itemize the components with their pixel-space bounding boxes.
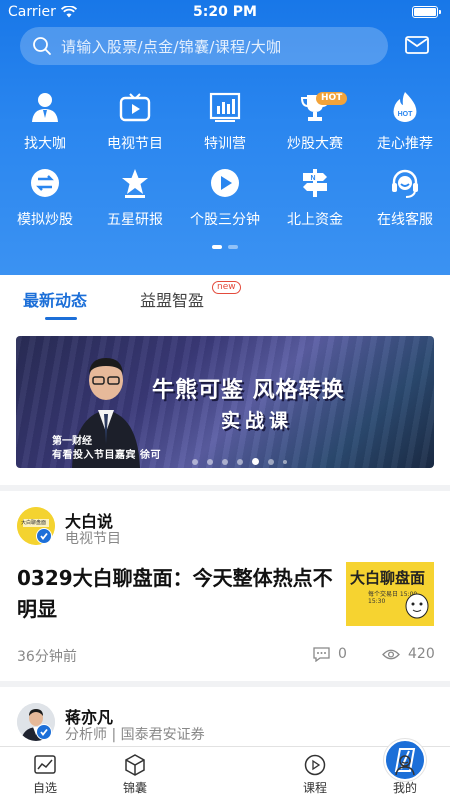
- banner-pager: [192, 458, 287, 465]
- banner-dot[interactable]: [237, 458, 243, 465]
- svg-text:N: N: [310, 175, 315, 182]
- banner-caption-guest: 有看投入节目嘉宾 徐可: [52, 450, 161, 461]
- grid-item-recommend[interactable]: HOT 走心推荐: [360, 90, 450, 166]
- grid-item-contest[interactable]: HOT 炒股大赛: [270, 90, 360, 166]
- exchange-icon: [28, 166, 62, 200]
- nav-tips[interactable]: 锦囊: [90, 747, 180, 800]
- grid-item-northbound[interactable]: N 北上资金: [270, 166, 360, 242]
- headset-icon: [388, 166, 422, 200]
- feed-card[interactable]: 大白聊盘面 大白说 电视节目 0329大白聊盘面：今天整体热点不明显 大白聊盘面…: [0, 491, 450, 681]
- tv-icon: [118, 90, 152, 124]
- nav-courses[interactable]: 课程: [270, 747, 360, 800]
- grid-item-three-minutes[interactable]: 个股三分钟: [180, 166, 270, 242]
- banner-dot[interactable]: [207, 458, 213, 465]
- banner-section: 牛熊可鉴 风格转换 实战课 第一财经 有看投入节目嘉宾 徐可: [0, 321, 450, 485]
- pager-dot[interactable]: [228, 245, 238, 249]
- nav-profile[interactable]: 我的: [360, 747, 450, 800]
- tab-indicator: [45, 317, 77, 320]
- grid-item-sim-trading[interactable]: 模拟炒股: [0, 166, 90, 242]
- banner-dot[interactable]: [222, 458, 228, 465]
- user-icon: [393, 753, 417, 777]
- comment-icon: [313, 646, 330, 662]
- post-thumbnail[interactable]: 大白聊盘面 每个交易日 15:00-15:30: [346, 562, 434, 626]
- grid-item-tv[interactable]: 电视节目: [90, 90, 180, 166]
- banner-dot-active[interactable]: [252, 458, 259, 465]
- feed-card[interactable]: 蒋亦凡 分析师 | 国泰君安证券: [0, 687, 450, 747]
- hot-badge: HOT: [316, 92, 348, 105]
- status-bar: Carrier 5:20 PM: [0, 0, 450, 24]
- promo-banner[interactable]: 牛熊可鉴 风格转换 实战课 第一财经 有看投入节目嘉宾 徐可: [16, 336, 434, 468]
- banner-dot[interactable]: [192, 458, 198, 465]
- search-placeholder: 请输入股票/点金/锦囊/课程/大咖: [61, 37, 282, 56]
- grid-item-customer-service[interactable]: 在线客服: [360, 166, 450, 242]
- search-input[interactable]: 请输入股票/点金/锦囊/课程/大咖: [20, 27, 388, 65]
- verified-icon: [36, 528, 52, 544]
- search-icon: [23, 27, 61, 65]
- bottom-nav: 自选 锦囊 课程 我的: [0, 739, 450, 800]
- cartoon-mascot-image: [405, 593, 429, 619]
- mail-icon[interactable]: [405, 35, 429, 57]
- grid-item-research[interactable]: 五星研报: [90, 166, 180, 242]
- post-title[interactable]: 0329大白聊盘面：今天整体热点不明显: [17, 563, 337, 625]
- hot-flame-icon: HOT: [388, 90, 422, 124]
- new-badge: new: [212, 281, 241, 294]
- nav-home[interactable]: [180, 739, 426, 800]
- tab-latest[interactable]: 最新动态: [23, 287, 87, 311]
- shortcut-grid: 找大咖 电视节目 特训营 HOT 炒股大赛 HOT 走心推荐 模拟炒股 五星研报…: [0, 90, 450, 242]
- author-subtitle: 分析师 | 国泰君安证券: [65, 727, 205, 743]
- feed-tabs: 最新动态 益盟智盈 new: [0, 275, 450, 321]
- star-icon: [118, 166, 152, 200]
- svg-text:HOT: HOT: [398, 111, 414, 118]
- banner-dot[interactable]: [283, 459, 287, 464]
- cube-icon: [123, 753, 147, 777]
- author-subtitle: 电视节目: [65, 531, 121, 547]
- chart-line-icon: [33, 753, 57, 777]
- status-time: 5:20 PM: [193, 4, 257, 20]
- tab-yimeng[interactable]: 益盟智盈: [140, 287, 204, 311]
- grid-item-find-expert[interactable]: 找大咖: [0, 90, 90, 166]
- signpost-icon: N: [298, 166, 332, 200]
- verified-icon: [36, 724, 52, 740]
- eye-icon: [382, 649, 400, 659]
- play-circle-icon: [303, 753, 327, 777]
- thumbnail-title: 大白聊盘面: [350, 569, 426, 587]
- grid-pager: [0, 245, 450, 249]
- pager-dot[interactable]: [212, 245, 222, 249]
- header: Carrier 5:20 PM 请输入股票/点金/锦囊/课程/大咖 找大咖 电视…: [0, 0, 450, 275]
- person-icon: [28, 90, 62, 124]
- chart-board-icon: [208, 90, 242, 124]
- banner-dot[interactable]: [268, 458, 274, 465]
- banner-headline: 牛熊可鉴 风格转换: [152, 378, 345, 403]
- post-time: 36分钟前: [17, 649, 77, 665]
- battery-icon: [412, 6, 441, 18]
- grid-item-training[interactable]: 特训营: [180, 90, 270, 166]
- banner-subtitle: 实战课: [221, 410, 294, 432]
- view-count: 420: [382, 646, 435, 662]
- nav-watchlist[interactable]: 自选: [0, 747, 90, 800]
- banner-caption-channel: 第一财经: [52, 436, 92, 447]
- avatar-text: 大白聊盘面: [21, 520, 47, 526]
- comment-count[interactable]: 0: [313, 646, 347, 662]
- play-icon: [208, 166, 242, 200]
